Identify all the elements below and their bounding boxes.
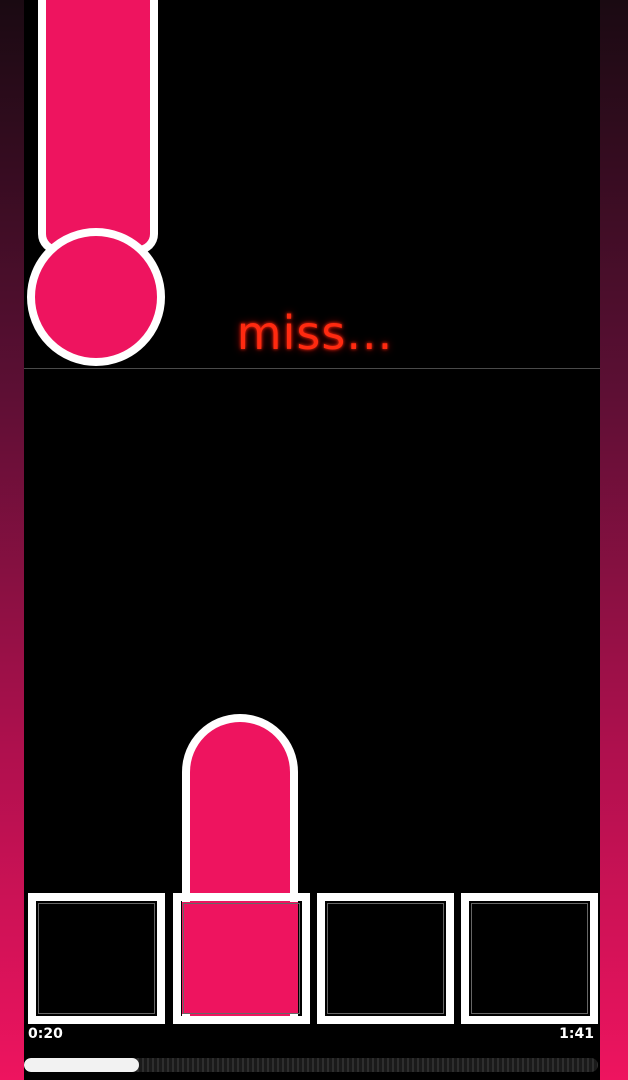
lane-1-pad[interactable] [28, 893, 165, 1024]
song-progress-fill [24, 1058, 139, 1072]
miss-feedback-text: miss... [236, 306, 394, 360]
elapsed-time: 0:20 [28, 1026, 63, 1042]
song-progress-bar[interactable] [24, 1058, 598, 1072]
lane-2-pad[interactable] [173, 893, 310, 1024]
lane-4-pad[interactable] [461, 893, 598, 1024]
game-stage: miss... 0:20 1:41 [24, 0, 600, 1080]
lane-1-hold-note-head [27, 228, 165, 366]
judgement-line [24, 368, 600, 369]
total-time: 1:41 [559, 1026, 594, 1042]
lane-1-hold-note [38, 0, 158, 254]
lane-3-pad[interactable] [317, 893, 454, 1024]
